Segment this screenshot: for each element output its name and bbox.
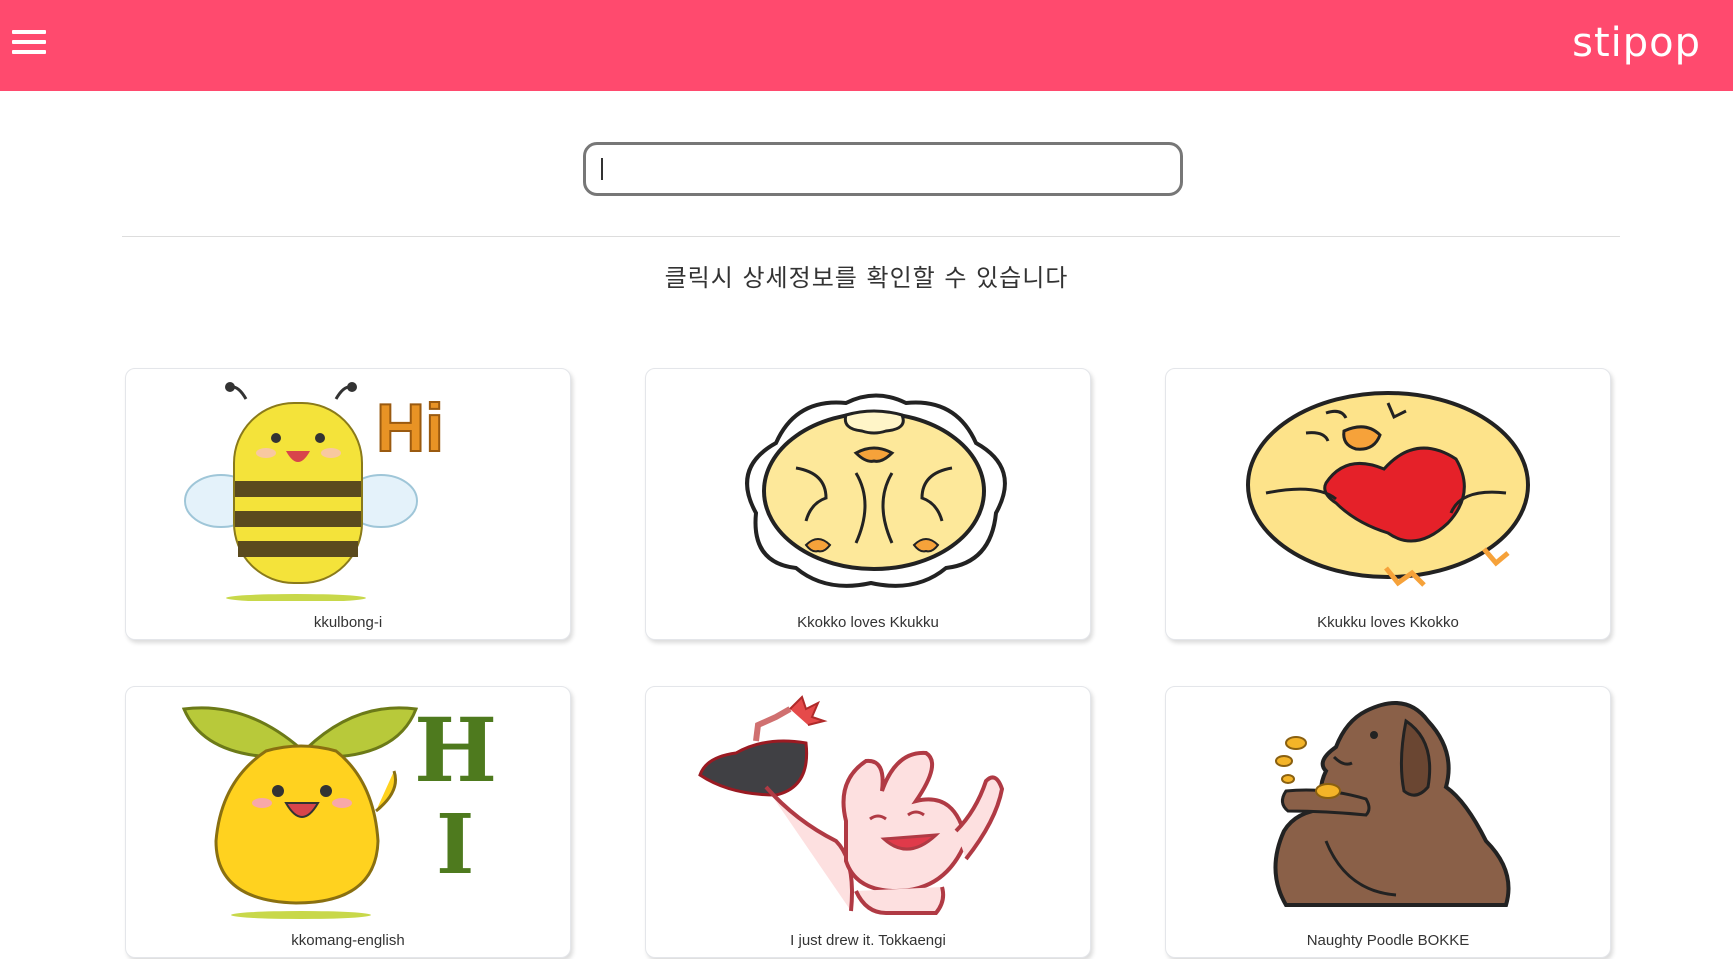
sticker-title: kkulbong-i [313, 614, 383, 631]
chick-heart-sticker-icon [1246, 391, 1530, 587]
hamburger-menu-icon[interactable] [12, 28, 46, 56]
top-bar: stipop [0, 0, 1733, 91]
poodle-sticker-icon [1273, 701, 1511, 907]
svg-text:I: I [436, 797, 474, 893]
sticker-title: I just drew it. Tokkaengi [790, 932, 946, 949]
svg-text:H: H [414, 698, 497, 802]
text-caret [601, 158, 603, 180]
sticker-card[interactable]: Kkokko loves Kkukku [645, 368, 1091, 640]
chick-sticker-icon [745, 393, 1007, 588]
bee-sticker-icon: Hi [184, 382, 445, 601]
sticker-title: kkomang-english [291, 932, 405, 949]
sticker-card[interactable]: I just drew it. Tokkaengi [645, 686, 1091, 958]
sticker-card[interactable]: H I kkomang-english [125, 686, 571, 958]
sticker-title: Kkukku loves Kkokko [1317, 614, 1459, 631]
brand-logo[interactable]: stipop [1572, 18, 1701, 68]
sticker-title: Kkokko loves Kkukku [797, 614, 939, 631]
svg-text:Hi: Hi [376, 390, 444, 466]
rabbit-bomb-sticker-icon [698, 695, 1005, 915]
sprout-sticker-icon: H I [181, 698, 497, 919]
app: stipop 클릭시 상세정보를 확인할 수 있습니다 Hi kkulbong-… [0, 0, 1733, 959]
search-input[interactable] [583, 142, 1183, 196]
hint-text: 클릭시 상세정보를 확인할 수 있습니다 [664, 264, 1069, 292]
sticker-card[interactable]: Hi kkulbong-i [125, 368, 571, 640]
sticker-card[interactable]: Kkukku loves Kkokko [1165, 368, 1611, 640]
sticker-title: Naughty Poodle BOKKE [1306, 932, 1470, 949]
divider [122, 236, 1620, 237]
sticker-card[interactable]: Naughty Poodle BOKKE [1165, 686, 1611, 958]
